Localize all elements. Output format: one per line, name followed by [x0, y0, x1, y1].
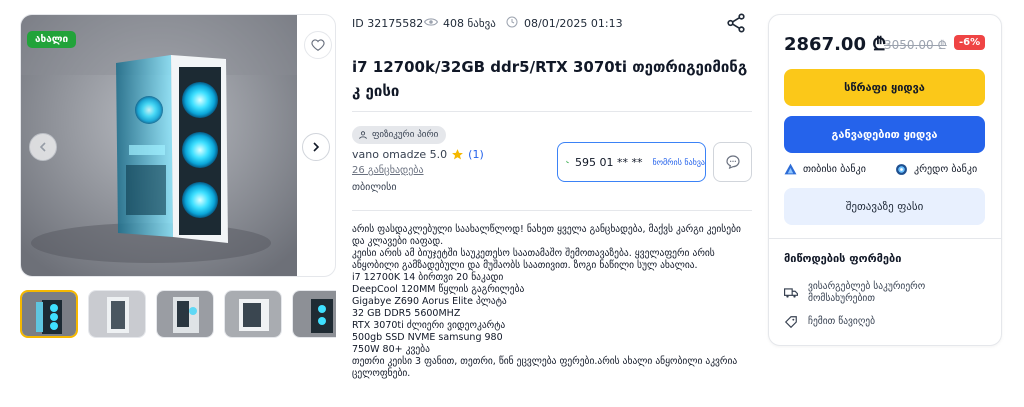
delivery-pickup-option[interactable]: ჩემით წავიღებ [784, 315, 875, 329]
delivery-courier-option[interactable]: ვისარგებლებ საკურიერო მომსახურებით [784, 281, 925, 305]
phone-reveal-button[interactable]: 595 01 ** ** ნომრის ნახვა [557, 142, 706, 182]
chevron-left-icon [39, 142, 46, 152]
show-number-label[interactable]: ნომრის ნახვა [653, 158, 705, 167]
next-photo-button[interactable] [302, 133, 330, 161]
truck-icon [784, 288, 798, 298]
divider [352, 111, 752, 112]
credo-bank-label: კრედო ბანკი [914, 164, 978, 175]
share-icon [727, 13, 745, 33]
chat-button[interactable] [713, 142, 752, 182]
seller-type-badge: ფიზიკური პირი [352, 126, 447, 144]
quick-buy-button[interactable]: სწრაფი ყიდვა [784, 69, 985, 106]
listing-id: ID 32175582 [352, 17, 424, 30]
thumbnail[interactable] [224, 290, 282, 338]
thumbnail-image [157, 291, 213, 337]
tbc-bank-option[interactable]: თიბისი ბანკი [784, 163, 866, 175]
chat-icon [725, 155, 740, 170]
tbc-bank-icon [784, 163, 797, 175]
thumbnail[interactable] [20, 290, 78, 338]
listing-description: არის ფასდაკლებული საახალწლოდ! ნახეთ ყველ… [352, 224, 741, 379]
thumbnail-strip [20, 290, 336, 338]
eye-icon [423, 16, 439, 31]
new-badge: ახალი [27, 31, 77, 48]
user-icon [359, 131, 367, 139]
seller-name[interactable]: vano omadze 5.0 [352, 148, 447, 161]
phone-icon [566, 160, 569, 164]
star-icon [452, 149, 464, 160]
seller-listings-link[interactable]: 26 განცხადება [352, 165, 424, 176]
seller-city: თბილისი [352, 182, 397, 193]
thumbnail[interactable] [292, 290, 336, 338]
seller-info[interactable]: vano omadze 5.0 (1) [352, 148, 484, 161]
favorite-button[interactable] [304, 31, 332, 59]
price: 2867.00 ₾ [784, 34, 887, 55]
heart-icon [311, 39, 325, 51]
seller-review-count[interactable]: (1) [468, 148, 484, 161]
pc-case-photo [21, 15, 297, 276]
seller-type-label: ფიზიკური პირი [372, 130, 439, 140]
clock-icon [506, 16, 518, 31]
phone-number: 595 01 ** ** [575, 155, 643, 169]
prev-photo-button[interactable] [29, 133, 57, 161]
main-photo[interactable]: ახალი [20, 14, 336, 277]
credo-bank-icon [896, 164, 907, 175]
credo-bank-option[interactable]: კრედო ბანკი [895, 163, 977, 176]
thumbnail-image [22, 292, 76, 336]
listing-date: 08/01/2025 01:13 [524, 17, 623, 30]
delivery-pickup-label: ჩემით წავიღებ [808, 316, 876, 327]
discount-badge: -6% [954, 35, 986, 50]
delivery-courier-label: ვისარგებლებ საკურიერო მომსახურებით [808, 281, 926, 304]
thumbnail[interactable] [88, 290, 146, 338]
divider [352, 210, 752, 211]
offer-price-button[interactable]: შეთავაზე ფასი [784, 188, 985, 225]
old-price: 3050.00 ₾ [884, 38, 947, 52]
thumbnail-image [89, 291, 145, 337]
chevron-right-icon [313, 142, 320, 152]
share-button[interactable] [725, 12, 747, 34]
listing-title: i7 12700k/32GB ddr5/RTX 3070ti თეთრიგეიმ… [352, 58, 748, 100]
installment-buy-button[interactable]: განვადებით ყიდვა [784, 116, 985, 153]
views-count: 408 ნახვა [443, 17, 496, 30]
thumbnail[interactable] [156, 290, 214, 338]
tbc-bank-label: თიბისი ბანკი [803, 163, 866, 175]
delivery-title: მიწოდების ფორმები [784, 252, 902, 265]
tag-icon [784, 316, 797, 329]
thumbnail-image [225, 291, 281, 337]
divider [769, 238, 1001, 239]
thumbnail-image [293, 291, 336, 337]
